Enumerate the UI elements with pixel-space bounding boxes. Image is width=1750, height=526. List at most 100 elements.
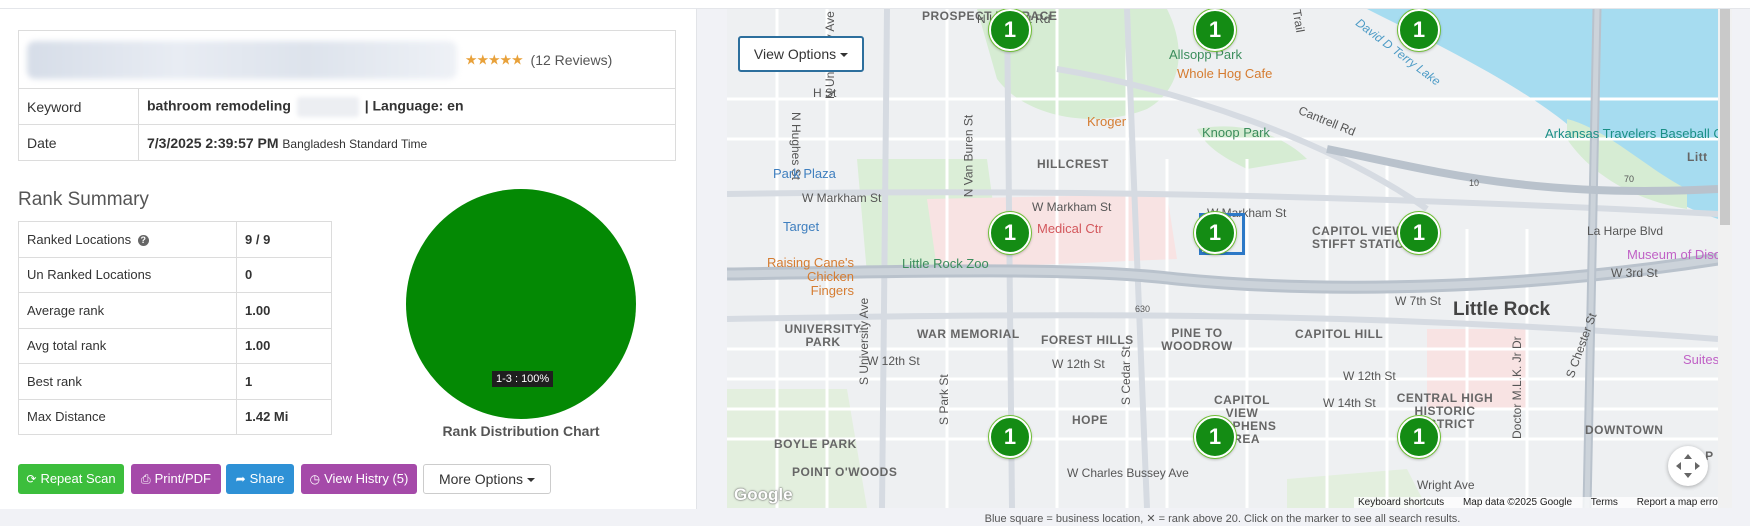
date-value: 7/3/2025 2:39:57 PM xyxy=(147,134,279,151)
map-label: W 12th St xyxy=(1052,357,1105,371)
map-label: W 3rd St xyxy=(1611,266,1658,280)
map-label: CAPITOL HILL xyxy=(1295,327,1384,341)
route-shield: 10 xyxy=(1469,178,1480,188)
google-logo: Google xyxy=(734,485,793,504)
button-label: View Options xyxy=(753,46,837,62)
map-label: Litt xyxy=(1687,150,1708,164)
rank-grid-map[interactable]: PROSPECT TERRACE N Lookout Rd Allsopp Pa… xyxy=(727,9,1718,508)
map-label: N Van Buren St xyxy=(961,114,976,198)
map-label: W 14th St xyxy=(1323,396,1376,410)
map-label: W Charles Bussey Ave xyxy=(1067,466,1189,480)
keyword-label: Keyword xyxy=(18,88,139,125)
map-label: PINE TO WOODROW xyxy=(1161,326,1233,353)
timezone: Bangladesh Standard Time xyxy=(282,136,428,151)
row-label: Avg total rank xyxy=(18,327,237,364)
rank-marker[interactable]: 1 xyxy=(1194,9,1236,51)
printer-icon: ⎙ xyxy=(141,472,151,486)
map-label: HILLCREST xyxy=(1037,157,1109,171)
caret-down-icon xyxy=(527,478,536,483)
repeat-scan-button[interactable]: ⟳ Repeat Scan xyxy=(18,464,124,494)
table-row: Best rank 1 xyxy=(18,363,332,400)
refresh-icon: ⟳ xyxy=(26,472,37,486)
map-label: Target xyxy=(783,219,820,234)
map-label: W Markham St xyxy=(1032,200,1112,214)
row-value: 0 xyxy=(236,256,332,293)
row-value: 1.00 xyxy=(236,292,332,329)
map-legend-note: Blue square = business location, ✕ = ran… xyxy=(984,513,1461,525)
report-error-link[interactable]: Report a map error xyxy=(1637,497,1718,508)
row-value: 9 / 9 xyxy=(236,221,332,258)
fullscreen-icon xyxy=(1676,454,1700,478)
map-label: W 7th St xyxy=(1395,294,1442,308)
fullscreen-button[interactable] xyxy=(1668,446,1708,486)
review-count: (12 Reviews) xyxy=(530,51,613,68)
rank-marker[interactable]: 1 xyxy=(1398,212,1440,254)
keyword-value-cell: bathroom remodeling | Language: en xyxy=(138,88,676,125)
map-label: Medical Ctr xyxy=(1037,221,1103,236)
rank-marker[interactable]: 1 xyxy=(989,9,1031,51)
business-header-cell: ★★★★★ (12 Reviews) xyxy=(18,30,676,89)
map-label: Whole Hog Cafe xyxy=(1177,66,1273,81)
page-scrollbar[interactable] xyxy=(1718,9,1732,508)
map-label: Arkansas Travelers Baseball Club xyxy=(1545,126,1718,141)
map-footer: Keyboard shortcuts Map data ©2025 Google… xyxy=(1354,497,1718,508)
share-arrow-icon: ➦ xyxy=(235,472,246,486)
pie-data-label: 1-3 : 100% xyxy=(492,371,554,387)
rank-marker[interactable]: 1 xyxy=(1194,212,1236,254)
button-label: Share xyxy=(249,471,285,486)
city-blurred xyxy=(296,96,359,117)
table-row: Ranked Locations ? 9 / 9 xyxy=(18,221,332,258)
map-label: W 12th St xyxy=(1343,369,1396,383)
button-label: Repeat Scan xyxy=(40,471,116,486)
row-value: 1.00 xyxy=(236,327,332,364)
caret-down-icon xyxy=(840,53,849,58)
button-label: View Histry (5) xyxy=(324,471,409,486)
scrollbar-thumb[interactable] xyxy=(1720,9,1730,225)
business-info-table: ★★★★★ (12 Reviews) Keyword bathroom remo… xyxy=(18,30,676,161)
language-value: | Language: en xyxy=(364,97,464,114)
map-label: FOREST HILLS xyxy=(1041,333,1134,347)
keyboard-shortcuts-link[interactable]: Keyboard shortcuts xyxy=(1358,497,1444,508)
date-label: Date xyxy=(18,124,139,161)
map-label: Knoop Park xyxy=(1202,125,1270,140)
row-value: 1 xyxy=(236,363,332,400)
share-button[interactable]: ➦ Share xyxy=(226,464,294,494)
map-label: POINT O'WOODS xyxy=(792,465,898,479)
rank-marker[interactable]: 1 xyxy=(1194,416,1236,458)
more-options-button[interactable]: More Options xyxy=(423,464,551,494)
row-label: Average rank xyxy=(18,292,237,329)
rating-stars: ★★★★★ xyxy=(464,51,524,67)
button-label: More Options xyxy=(438,471,524,487)
keyword-value: bathroom remodeling xyxy=(147,97,291,114)
map-label: Doctor M.L.K. Jr Dr xyxy=(1510,336,1524,439)
rank-marker[interactable]: 1 xyxy=(989,212,1031,254)
ranked-locations-label: Ranked Locations ? xyxy=(18,221,237,258)
map-label: Suites xyxy=(1683,352,1718,367)
view-options-button[interactable]: View Options xyxy=(738,36,864,72)
chart-title: Rank Distribution Chart xyxy=(442,423,600,439)
date-value-cell: 7/3/2025 2:39:57 PM Bangladesh Standard … xyxy=(138,124,676,161)
rank-marker[interactable]: 1 xyxy=(1398,9,1440,51)
terms-link[interactable]: Terms xyxy=(1591,497,1618,508)
row-label: Best rank xyxy=(18,363,237,400)
map-label: Allsopp Park xyxy=(1169,47,1242,62)
map-label: S Park St xyxy=(937,374,951,425)
map-label: La Harpe Blvd xyxy=(1587,224,1664,238)
report-panel: ★★★★★ (12 Reviews) Keyword bathroom remo… xyxy=(0,9,697,509)
table-row: Avg total rank 1.00 xyxy=(18,327,332,364)
rank-marker[interactable]: 1 xyxy=(989,416,1031,458)
map-label: HOPE xyxy=(1072,413,1109,427)
map-label: S Cedar St xyxy=(1119,346,1133,405)
row-label: Un Ranked Locations xyxy=(18,256,237,293)
row-value: 1.42 Mi xyxy=(236,398,332,435)
highway-shield: 630 xyxy=(1135,304,1151,314)
button-label: Print/PDF xyxy=(154,471,211,486)
clock-icon: ◷ xyxy=(309,472,321,486)
map-label: Wright Ave xyxy=(1417,478,1475,492)
print-pdf-button[interactable]: ⎙ Print/PDF xyxy=(131,464,221,494)
map-label: Kroger xyxy=(1087,114,1127,129)
map-label: W 12th St xyxy=(867,354,920,368)
view-history-button[interactable]: ◷ View Histry (5) xyxy=(301,464,417,494)
rank-marker[interactable]: 1 xyxy=(1398,416,1440,458)
question-circle-icon[interactable]: ? xyxy=(137,234,149,246)
